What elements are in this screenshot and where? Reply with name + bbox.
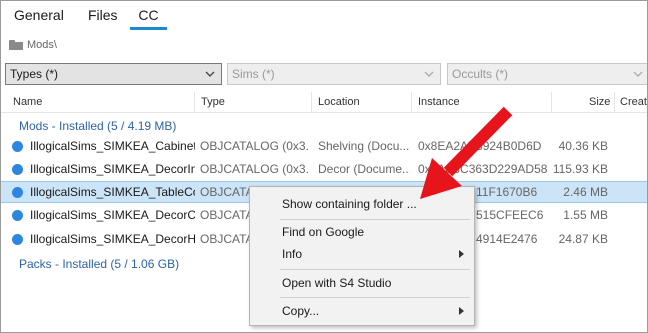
column-divider[interactable] bbox=[614, 92, 615, 113]
table-header: Name Type Location Instance Size Creato bbox=[1, 92, 647, 113]
cell-name: IllogicalSims_SIMKEA_DecorCh... bbox=[30, 208, 195, 222]
menu-item-copy[interactable]: Copy... bbox=[250, 300, 474, 322]
column-creator[interactable]: Creato bbox=[620, 96, 647, 108]
menu-item-show-containing-folder[interactable]: Show containing folder ... bbox=[250, 193, 474, 215]
column-size[interactable]: Size bbox=[589, 96, 610, 108]
occults-filter[interactable]: Occults (*) bbox=[447, 63, 647, 85]
menu-item-open-with-s4-studio[interactable]: Open with S4 Studio bbox=[250, 272, 474, 294]
status-dot-icon bbox=[12, 164, 23, 175]
active-tab-indicator bbox=[130, 27, 167, 30]
cell-name: IllogicalSims_SIMKEA_DecorIns... bbox=[30, 162, 195, 176]
breadcrumb[interactable]: Mods\ bbox=[9, 38, 57, 52]
menu-item-info[interactable]: Info bbox=[250, 243, 474, 265]
cell-location: Decor (Docume... bbox=[318, 162, 410, 176]
cell-size: 24.87 KB bbox=[558, 232, 608, 246]
table-row[interactable]: IllogicalSims_SIMKEA_Cabinet_... OBJCATA… bbox=[1, 136, 647, 158]
cell-size: 115.93 KB bbox=[552, 162, 608, 176]
column-instance[interactable]: Instance bbox=[418, 96, 460, 108]
table-row[interactable]: IllogicalSims_SIMKEA_DecorIns... OBJCATA… bbox=[1, 159, 647, 181]
submenu-arrow-icon bbox=[459, 307, 464, 315]
column-location[interactable]: Location bbox=[318, 96, 360, 108]
menu-separator bbox=[280, 269, 470, 270]
breadcrumb-path: Mods\ bbox=[27, 39, 57, 51]
column-type[interactable]: Type bbox=[201, 96, 225, 108]
tab-general[interactable]: General bbox=[14, 7, 64, 29]
tab-bar: General Files CC bbox=[1, 1, 647, 31]
types-filter-value: Types (*) bbox=[10, 67, 59, 81]
occults-filter-value: Occults (*) bbox=[452, 67, 509, 81]
column-divider[interactable] bbox=[411, 92, 412, 113]
cell-name: IllogicalSims_SIMKEA_Cabinet_... bbox=[30, 139, 195, 153]
column-name[interactable]: Name bbox=[13, 96, 42, 108]
status-dot-icon bbox=[12, 234, 23, 245]
tab-files[interactable]: Files bbox=[88, 7, 118, 29]
menu-item-label: Find on Google bbox=[282, 225, 365, 239]
cell-size: 2.46 MB bbox=[563, 185, 608, 199]
chevron-down-icon bbox=[205, 71, 215, 77]
cell-type: OBJCATALOG (0x3... bbox=[200, 139, 308, 153]
menu-item-label: Info bbox=[282, 247, 303, 261]
sims-filter-value: Sims (*) bbox=[232, 67, 275, 81]
cell-name: IllogicalSims_SIMKEA_DecorHa... bbox=[30, 232, 195, 246]
submenu-arrow-icon bbox=[459, 250, 464, 258]
app-window: General Files CC Mods\ Types (*) Sims (*… bbox=[0, 0, 648, 333]
cell-type: OBJCATALOG (0x3... bbox=[200, 162, 308, 176]
context-menu: Show containing folder ... Find on Googl… bbox=[249, 186, 475, 326]
menu-item-label: Open with S4 Studio bbox=[282, 276, 392, 290]
status-dot-icon bbox=[12, 187, 23, 198]
menu-separator bbox=[280, 219, 470, 220]
chevron-down-icon bbox=[424, 71, 434, 77]
group-header-packs[interactable]: Packs - Installed (5 / 1.06 GB) bbox=[19, 257, 179, 271]
group-header-mods[interactable]: Mods - Installed (5 / 4.19 MB) bbox=[19, 119, 176, 133]
menu-item-label: Copy... bbox=[282, 304, 320, 318]
cell-size: 40.36 KB bbox=[558, 139, 608, 153]
menu-item-label: Show containing folder ... bbox=[282, 197, 417, 211]
chevron-down-icon bbox=[633, 71, 643, 77]
cell-size: 1.55 MB bbox=[563, 208, 608, 222]
column-divider[interactable] bbox=[311, 92, 312, 113]
status-dot-icon bbox=[12, 210, 23, 221]
cell-name: IllogicalSims_SIMKEA_TableCo... bbox=[30, 185, 195, 199]
types-filter[interactable]: Types (*) bbox=[5, 63, 222, 85]
column-divider[interactable] bbox=[551, 92, 552, 113]
menu-separator bbox=[280, 297, 470, 298]
cell-location: Shelving (Docu... bbox=[318, 139, 410, 153]
column-divider[interactable] bbox=[194, 92, 195, 113]
tab-cc[interactable]: CC bbox=[130, 7, 167, 29]
sims-filter[interactable]: Sims (*) bbox=[227, 63, 441, 85]
status-dot-icon bbox=[12, 141, 23, 152]
menu-item-find-on-google[interactable]: Find on Google bbox=[250, 221, 474, 243]
folder-icon bbox=[9, 40, 23, 50]
